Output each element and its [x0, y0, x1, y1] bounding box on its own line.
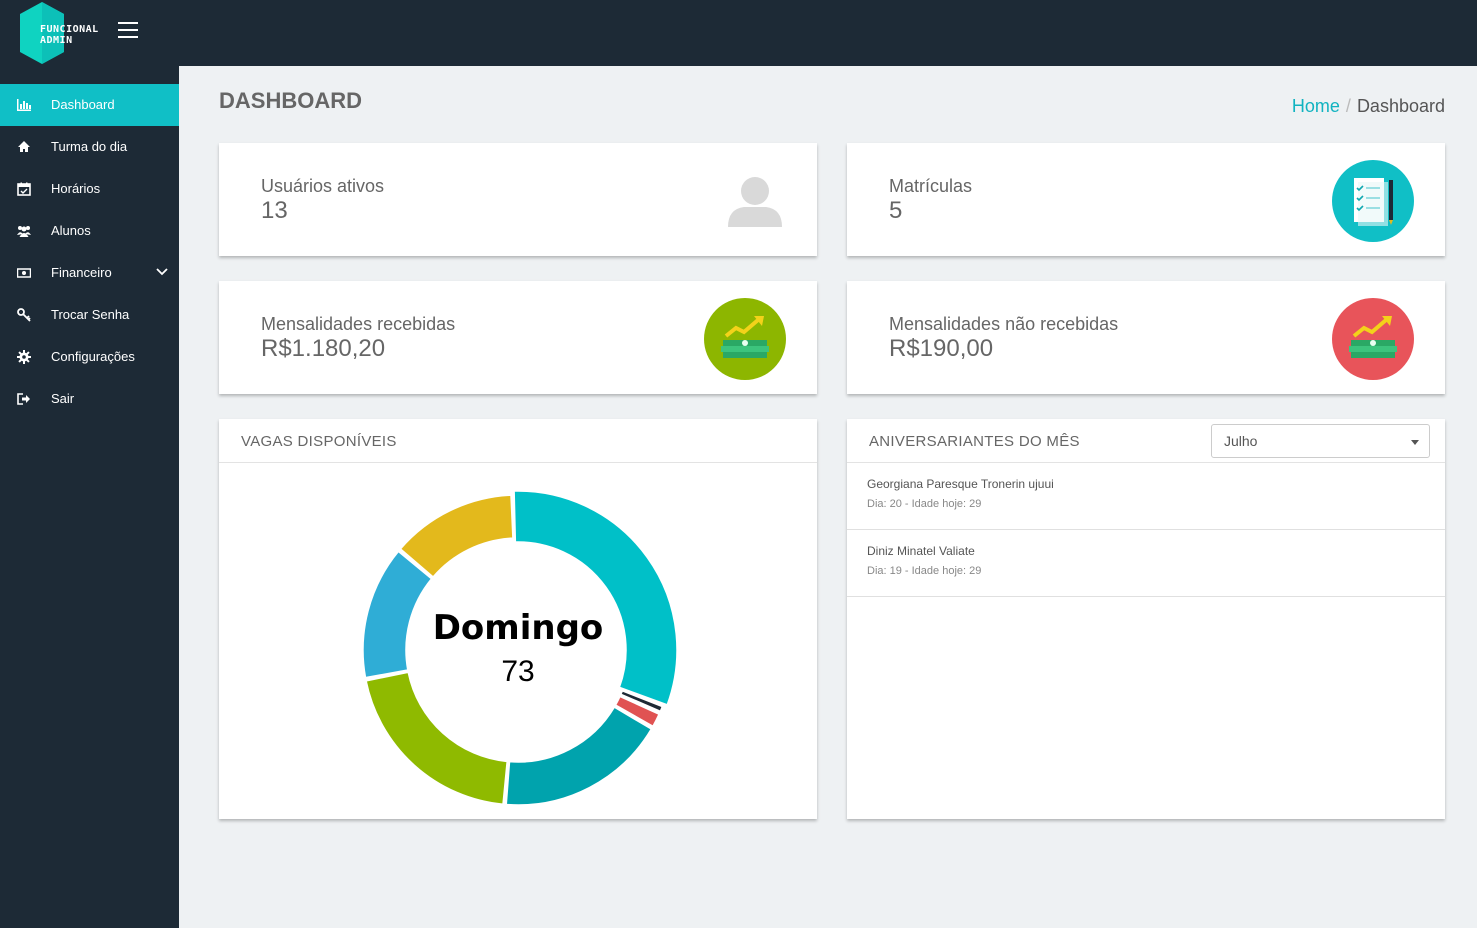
donut-slice-domingo[interactable] — [513, 490, 678, 706]
sidebar-item-label: Configurações — [51, 349, 135, 364]
stat-card-matriculas: Matrículas 5 — [847, 143, 1445, 256]
birthday-name: Georgiana Paresque Tronerin ujuui — [867, 477, 1054, 491]
sidebar-item-label: Turma do dia — [51, 139, 128, 154]
stat-label: Usuários ativos — [261, 176, 385, 196]
sidebar: Dashboard Turma do dia Horários Alunos F… — [0, 66, 179, 928]
sidebar-item-turma-do-dia[interactable]: Turma do dia — [0, 126, 179, 168]
sidebar-item-label: Horários — [51, 181, 101, 196]
panel-header: ANIVERSARIANTES DO MÊS Julho — [847, 419, 1445, 463]
sidebar-item-label: Trocar Senha — [51, 307, 130, 322]
vagas-disponiveis-panel: VAGAS DISPONÍVEIS Domingo 73 — [219, 419, 817, 819]
breadcrumb-separator: / — [1345, 96, 1351, 116]
stat-value: R$190,00 — [889, 335, 994, 362]
month-select-value: Julho — [1224, 433, 1258, 449]
logo-text: FUNCIONAL ADMIN — [40, 24, 99, 46]
sidebar-item-financeiro[interactable]: Financeiro — [0, 252, 179, 294]
gear-icon — [17, 350, 31, 364]
money-growth-icon — [704, 298, 786, 380]
sidebar-item-alunos[interactable]: Alunos — [0, 210, 179, 252]
chevron-down-icon[interactable] — [156, 267, 168, 277]
breadcrumb: Home / Dashboard — [1292, 96, 1445, 117]
donut-center-label: Domingo — [433, 608, 604, 648]
money-growth-icon — [1332, 298, 1414, 380]
sidebar-item-label: Financeiro — [51, 265, 112, 280]
user-icon — [728, 177, 782, 227]
sidebar-item-label: Dashboard — [51, 97, 115, 112]
menu-toggle-icon[interactable] — [118, 22, 138, 38]
stat-value: 5 — [889, 197, 903, 224]
stat-card-usuarios-ativos: Usuários ativos 13 — [219, 143, 817, 256]
home-icon — [18, 141, 30, 152]
stat-label: Matrículas — [889, 176, 973, 196]
list-item: Diniz Minatel Valiate Dia: 19 - Idade ho… — [847, 530, 1445, 597]
donut-center-value: 73 — [501, 655, 534, 688]
stat-value: R$1.180,20 — [261, 335, 386, 362]
donut-slice-quinta[interactable] — [365, 671, 508, 806]
calendar-icon — [17, 182, 31, 196]
money-icon — [17, 268, 31, 278]
sidebar-item-horarios[interactable]: Horários — [0, 168, 179, 210]
breadcrumb-home-link[interactable]: Home — [1292, 96, 1340, 116]
birthday-info: Dia: 20 - Idade hoje: 29 — [867, 498, 982, 510]
users-icon — [17, 226, 31, 237]
list-item: Georgiana Paresque Tronerin ujuui Dia: 2… — [847, 463, 1445, 530]
donut-slice-sábado[interactable] — [399, 494, 514, 579]
page-title: DASHBOARD — [219, 88, 362, 113]
sidebar-item-label: Alunos — [51, 223, 91, 238]
vagas-donut-chart[interactable]: Domingo 73 — [219, 419, 817, 819]
stat-card-mensalidades-nao-recebidas: Mensalidades não recebidas R$190,00 — [847, 281, 1445, 394]
aniversariantes-panel: ANIVERSARIANTES DO MÊS Julho Georgiana P… — [847, 419, 1445, 819]
stat-value: 13 — [261, 197, 288, 224]
month-select[interactable]: Julho — [1211, 424, 1430, 458]
sidebar-item-dashboard[interactable]: Dashboard — [0, 84, 179, 126]
donut-slice-sexta[interactable] — [362, 550, 433, 679]
stat-label: Mensalidades não recebidas — [889, 314, 1119, 334]
sidebar-item-sair[interactable]: Sair — [0, 378, 179, 420]
sidebar-item-trocar-senha[interactable]: Trocar Senha — [0, 294, 179, 336]
panel-title: ANIVERSARIANTES DO MÊS — [869, 433, 1080, 450]
stat-label: Mensalidades recebidas — [261, 314, 456, 334]
sidebar-item-configuracoes[interactable]: Configurações — [0, 336, 179, 378]
stat-card-mensalidades-recebidas: Mensalidades recebidas R$1.180,20 — [219, 281, 817, 394]
key-icon — [17, 308, 31, 322]
donut-slice-quarta[interactable] — [505, 706, 653, 806]
birthday-info: Dia: 19 - Idade hoje: 29 — [867, 565, 982, 577]
checklist-icon — [1332, 160, 1414, 242]
sidebar-item-label: Sair — [51, 391, 75, 406]
breadcrumb-current: Dashboard — [1356, 96, 1445, 116]
bar-chart-icon — [17, 99, 31, 111]
sign-out-icon — [17, 393, 30, 405]
birthday-name: Diniz Minatel Valiate — [867, 544, 975, 558]
brand-logo[interactable]: FUNCIONAL ADMIN — [16, 2, 98, 64]
caret-down-icon — [1411, 440, 1419, 445]
top-bar: FUNCIONAL ADMIN — [0, 0, 1477, 66]
main-content: DASHBOARD Home / Dashboard Usuários ativos… — [179, 66, 1477, 928]
